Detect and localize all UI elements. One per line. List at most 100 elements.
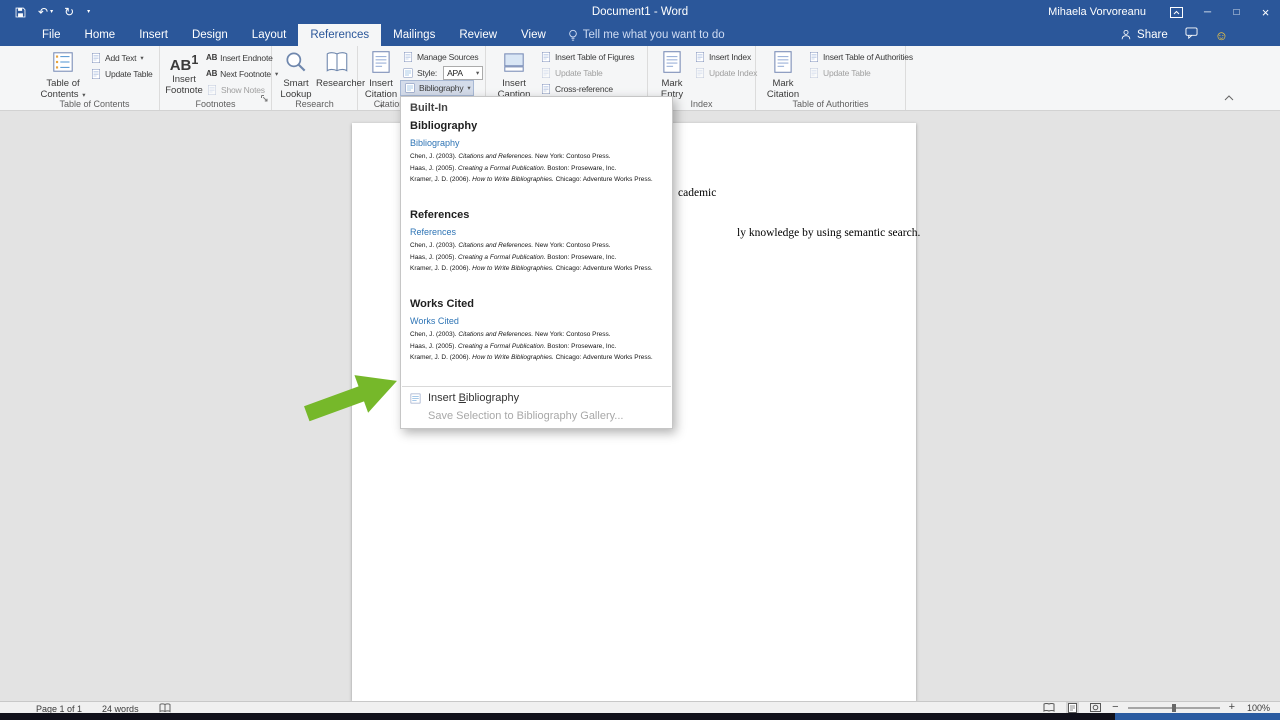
update-table-icon [808,67,820,79]
mark-citation-button[interactable]: Mark Citation [762,48,804,100]
document-text-fragment: cademic [678,187,716,199]
document-text-fragment: ly knowledge by using semantic search. [737,227,920,239]
insert-index-button[interactable]: Insert Index [694,49,751,64]
group-label-table-of-contents: Table of Contents [30,99,159,109]
group-label-footnotes: Footnotes [160,99,271,109]
insert-endnote-icon: AB [206,53,217,62]
print-layout-icon [1068,703,1077,713]
tab-references[interactable]: References [298,24,381,46]
group-footnotes: AB1 Insert Footnote AB Insert Endnote AB… [160,46,272,110]
table-of-contents-button[interactable]: Table of Contents ▾ [36,48,90,101]
manage-sources-button[interactable]: Manage Sources [402,49,478,64]
group-table-of-contents: Table of Contents ▾ Add Text▾ Update Tab… [30,46,160,110]
insert-bibliography-label: Insert Bibliography [428,392,519,404]
group-label-table-of-authorities: Table of Authorities [756,99,905,109]
comments-button[interactable] [1185,26,1198,44]
menu-header-built-in: Built-In [401,97,672,116]
next-footnote-button[interactable]: AB Next Footnote▾ [206,66,278,81]
zoom-level[interactable]: 100% [1244,703,1270,713]
share-button[interactable]: Share [1120,29,1168,41]
style-select[interactable]: APA▾ [443,66,483,80]
comment-icon [1185,27,1198,39]
close-button[interactable]: × [1251,0,1280,24]
web-layout-icon [1090,703,1101,712]
bibliography-gallery-menu: Built-In Bibliography Bibliography Chen,… [400,96,673,429]
preview-citation: Kramer, J. D. (2006). How to Write Bibli… [410,352,663,364]
bibliography-icon [404,82,416,94]
quick-access-toolbar: ↶▾ ↻ ▾ [0,6,90,19]
gallery-item-references[interactable]: References References Chen, J. (2003). C… [401,205,672,294]
show-notes-icon [206,84,218,96]
feedback-smiley-button[interactable]: ☺ [1215,29,1228,42]
undo-icon: ↶ [38,6,48,18]
preview-citation: Haas, J. (2005). Creating a Formal Publi… [410,341,663,353]
dropdown-icon: ▾ [476,69,479,77]
tab-file[interactable]: File [30,24,73,46]
next-footnote-icon: AB [206,69,217,78]
insert-table-of-authorities-icon [808,51,820,63]
smart-lookup-button[interactable]: Smart Lookup [276,48,316,100]
insert-index-icon [694,51,706,63]
gallery-item-works-cited[interactable]: Works Cited Works Cited Chen, J. (2003).… [401,294,672,383]
titlebar-right: Mihaela Vorvoreanu ─ □ × [1034,0,1280,24]
share-person-icon [1120,29,1132,41]
researcher-button[interactable]: Researcher [316,48,358,89]
add-text-button[interactable]: Add Text▾ [90,50,143,65]
save-button[interactable] [14,6,27,19]
share-label: Share [1137,29,1168,41]
cross-reference-button[interactable]: Cross-reference [540,81,613,96]
zoom-slider-thumb[interactable] [1172,704,1176,712]
preview-citation: Kramer, J. D. (2006). How to Write Bibli… [410,174,663,186]
bibliography-button[interactable]: Bibliography▾ [400,80,474,96]
web-layout-button[interactable] [1088,702,1103,713]
table-of-contents-icon [50,49,76,75]
insert-endnote-button[interactable]: AB Insert Endnote [206,50,273,65]
insert-caption-icon [501,49,527,75]
group-research: Smart Lookup Researcher Research [272,46,358,110]
mark-entry-button[interactable]: Mark Entry [652,48,692,100]
chevron-up-icon [1224,95,1234,101]
preview-heading: References [410,227,663,237]
signed-in-user[interactable]: Mihaela Vorvoreanu [1034,6,1160,18]
tab-design[interactable]: Design [180,24,240,46]
tab-home[interactable]: Home [73,24,128,46]
manage-sources-icon [402,51,414,63]
researcher-icon [324,49,350,75]
undo-dropdown-icon[interactable]: ▾ [50,9,53,15]
ribbon-display-options-button[interactable] [1160,0,1193,24]
group-label-research: Research [272,99,357,109]
proofing-book-icon [159,703,171,713]
tab-insert[interactable]: Insert [127,24,180,46]
read-mode-icon [1043,703,1055,712]
read-mode-button[interactable] [1041,702,1057,713]
maximize-button[interactable]: □ [1222,0,1251,24]
tab-view[interactable]: View [509,24,558,46]
zoom-out-button[interactable]: − [1112,702,1118,713]
gallery-item-bibliography[interactable]: Bibliography Bibliography Chen, J. (2003… [401,116,672,205]
tell-me-box[interactable]: Tell me what you want to do [568,24,725,46]
customize-qat-button[interactable]: ▾ [85,9,90,15]
insert-table-of-figures-button[interactable]: Insert Table of Figures [540,49,634,64]
zoom-in-button[interactable]: + [1229,702,1235,713]
preview-citation: Chen, J. (2003). Citations and Reference… [410,240,663,252]
insert-bibliography-menu-item[interactable]: Insert Bibliography [401,389,672,407]
insert-table-of-authorities-button[interactable]: Insert Table of Authorities [808,49,913,64]
collapse-ribbon-button[interactable] [1224,88,1234,106]
redo-button[interactable]: ↻ [64,6,74,18]
undo-button[interactable]: ↶▾ [38,6,53,18]
insert-footnote-button[interactable]: AB1 Insert Footnote [162,48,206,96]
insert-citation-icon [368,49,394,75]
zoom-slider[interactable] [1128,707,1220,709]
menu-separator [402,386,671,387]
tab-layout[interactable]: Layout [240,24,299,46]
update-table-icon [540,67,552,79]
tab-mailings[interactable]: Mailings [381,24,447,46]
insert-caption-button[interactable]: Insert Caption [492,48,536,100]
update-table-button[interactable]: Update Table [90,66,153,81]
tab-review[interactable]: Review [447,24,509,46]
print-layout-button[interactable] [1066,702,1079,713]
save-icon [14,6,27,19]
preview-citation: Chen, J. (2003). Citations and Reference… [410,151,663,163]
cross-reference-icon [540,83,552,95]
minimize-button[interactable]: ─ [1193,0,1222,24]
